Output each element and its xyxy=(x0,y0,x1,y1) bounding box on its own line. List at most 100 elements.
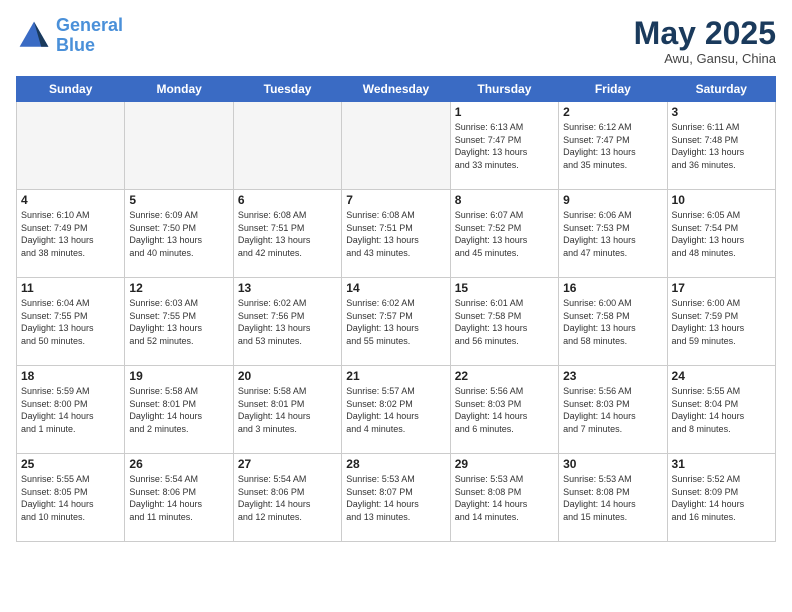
day-cell-empty-0-2 xyxy=(233,102,341,190)
day-info: Sunrise: 5:54 AM Sunset: 8:06 PM Dayligh… xyxy=(129,473,228,523)
day-cell-21: 21 Sunrise: 5:57 AM Sunset: 8:02 PM Dayli… xyxy=(342,366,450,454)
day-info: Sunrise: 6:04 AM Sunset: 7:55 PM Dayligh… xyxy=(21,297,120,347)
day-number: 19 xyxy=(129,369,228,383)
day-cell-12: 12 Sunrise: 6:03 AM Sunset: 7:55 PM Dayli… xyxy=(125,278,233,366)
weekday-header-wednesday: Wednesday xyxy=(342,77,450,102)
day-cell-6: 6 Sunrise: 6:08 AM Sunset: 7:51 PM Daylig… xyxy=(233,190,341,278)
day-info: Sunrise: 6:00 AM Sunset: 7:59 PM Dayligh… xyxy=(672,297,771,347)
day-cell-7: 7 Sunrise: 6:08 AM Sunset: 7:51 PM Daylig… xyxy=(342,190,450,278)
day-number: 21 xyxy=(346,369,445,383)
day-cell-9: 9 Sunrise: 6:06 AM Sunset: 7:53 PM Daylig… xyxy=(559,190,667,278)
day-number: 29 xyxy=(455,457,554,471)
day-number: 13 xyxy=(238,281,337,295)
day-cell-15: 15Sunrise: 6:01 AM Sunset: 7:58 PM Dayli… xyxy=(450,278,558,366)
day-info: Sunrise: 5:55 AM Sunset: 8:04 PM Dayligh… xyxy=(672,385,771,435)
day-cell-empty-0-0 xyxy=(17,102,125,190)
day-number: 5 xyxy=(129,193,228,207)
page: General Blue May 2025 Awu, Gansu, China … xyxy=(0,0,792,612)
day-info: Sunrise: 5:58 AM Sunset: 8:01 PM Dayligh… xyxy=(238,385,337,435)
day-info: Sunrise: 6:01 AM Sunset: 7:58 PM Dayligh… xyxy=(455,297,554,347)
location: Awu, Gansu, China xyxy=(634,51,776,66)
weekday-header-row: SundayMondayTuesdayWednesdayThursdayFrid… xyxy=(17,77,776,102)
day-cell-27: 27 Sunrise: 5:54 AM Sunset: 8:06 PM Dayli… xyxy=(233,454,341,542)
day-info: Sunrise: 5:56 AM Sunset: 8:03 PM Dayligh… xyxy=(563,385,662,435)
day-cell-30: 30Sunrise: 5:53 AM Sunset: 8:08 PM Dayli… xyxy=(559,454,667,542)
day-number: 31 xyxy=(672,457,771,471)
day-cell-8: 8 Sunrise: 6:07 AM Sunset: 7:52 PM Daylig… xyxy=(450,190,558,278)
day-info: Sunrise: 5:52 AM Sunset: 8:09 PM Dayligh… xyxy=(672,473,771,523)
day-info: Sunrise: 6:12 AM Sunset: 7:47 PM Dayligh… xyxy=(563,121,662,171)
logo-icon xyxy=(16,18,52,54)
day-cell-1: 1Sunrise: 6:13 AM Sunset: 7:47 PM Daylig… xyxy=(450,102,558,190)
week-row-5: 25Sunrise: 5:55 AM Sunset: 8:05 PM Dayli… xyxy=(17,454,776,542)
day-info: Sunrise: 6:10 AM Sunset: 7:49 PM Dayligh… xyxy=(21,209,120,259)
day-number: 17 xyxy=(672,281,771,295)
day-cell-31: 31 Sunrise: 5:52 AM Sunset: 8:09 PM Dayli… xyxy=(667,454,775,542)
day-cell-18: 18Sunrise: 5:59 AM Sunset: 8:00 PM Dayli… xyxy=(17,366,125,454)
day-number: 22 xyxy=(455,369,554,383)
weekday-header-saturday: Saturday xyxy=(667,77,775,102)
day-number: 26 xyxy=(129,457,228,471)
day-info: Sunrise: 5:53 AM Sunset: 8:07 PM Dayligh… xyxy=(346,473,445,523)
day-info: Sunrise: 6:00 AM Sunset: 7:58 PM Dayligh… xyxy=(563,297,662,347)
day-info: Sunrise: 6:08 AM Sunset: 7:51 PM Dayligh… xyxy=(238,209,337,259)
day-info: Sunrise: 6:11 AM Sunset: 7:48 PM Dayligh… xyxy=(672,121,771,171)
day-info: Sunrise: 6:02 AM Sunset: 7:56 PM Dayligh… xyxy=(238,297,337,347)
day-number: 8 xyxy=(455,193,554,207)
header: General Blue May 2025 Awu, Gansu, China xyxy=(16,16,776,66)
day-number: 2 xyxy=(563,105,662,119)
title-block: May 2025 Awu, Gansu, China xyxy=(634,16,776,66)
day-info: Sunrise: 6:07 AM Sunset: 7:52 PM Dayligh… xyxy=(455,209,554,259)
day-info: Sunrise: 6:03 AM Sunset: 7:55 PM Dayligh… xyxy=(129,297,228,347)
day-number: 20 xyxy=(238,369,337,383)
day-number: 9 xyxy=(563,193,662,207)
day-cell-empty-0-1 xyxy=(125,102,233,190)
day-info: Sunrise: 5:53 AM Sunset: 8:08 PM Dayligh… xyxy=(455,473,554,523)
day-info: Sunrise: 5:55 AM Sunset: 8:05 PM Dayligh… xyxy=(21,473,120,523)
day-info: Sunrise: 6:05 AM Sunset: 7:54 PM Dayligh… xyxy=(672,209,771,259)
week-row-3: 11 Sunrise: 6:04 AM Sunset: 7:55 PM Dayli… xyxy=(17,278,776,366)
day-info: Sunrise: 5:56 AM Sunset: 8:03 PM Dayligh… xyxy=(455,385,554,435)
logo: General Blue xyxy=(16,16,123,56)
weekday-header-friday: Friday xyxy=(559,77,667,102)
day-number: 16 xyxy=(563,281,662,295)
day-info: Sunrise: 5:57 AM Sunset: 8:02 PM Dayligh… xyxy=(346,385,445,435)
day-number: 27 xyxy=(238,457,337,471)
day-info: Sunrise: 6:09 AM Sunset: 7:50 PM Dayligh… xyxy=(129,209,228,259)
day-cell-22: 22 Sunrise: 5:56 AM Sunset: 8:03 PM Dayli… xyxy=(450,366,558,454)
day-cell-13: 13 Sunrise: 6:02 AM Sunset: 7:56 PM Dayli… xyxy=(233,278,341,366)
day-cell-16: 16 Sunrise: 6:00 AM Sunset: 7:58 PM Dayli… xyxy=(559,278,667,366)
day-cell-28: 28Sunrise: 5:53 AM Sunset: 8:07 PM Dayli… xyxy=(342,454,450,542)
weekday-header-thursday: Thursday xyxy=(450,77,558,102)
day-cell-19: 19Sunrise: 5:58 AM Sunset: 8:01 PM Dayli… xyxy=(125,366,233,454)
logo-general: General xyxy=(56,15,123,35)
weekday-header-tuesday: Tuesday xyxy=(233,77,341,102)
logo-text: General Blue xyxy=(56,16,123,56)
day-cell-empty-0-3 xyxy=(342,102,450,190)
day-cell-5: 5 Sunrise: 6:09 AM Sunset: 7:50 PM Daylig… xyxy=(125,190,233,278)
day-cell-29: 29 Sunrise: 5:53 AM Sunset: 8:08 PM Dayli… xyxy=(450,454,558,542)
day-info: Sunrise: 6:02 AM Sunset: 7:57 PM Dayligh… xyxy=(346,297,445,347)
day-info: Sunrise: 5:54 AM Sunset: 8:06 PM Dayligh… xyxy=(238,473,337,523)
weekday-header-monday: Monday xyxy=(125,77,233,102)
day-info: Sunrise: 6:06 AM Sunset: 7:53 PM Dayligh… xyxy=(563,209,662,259)
day-number: 7 xyxy=(346,193,445,207)
day-number: 12 xyxy=(129,281,228,295)
day-number: 11 xyxy=(21,281,120,295)
day-number: 6 xyxy=(238,193,337,207)
day-number: 4 xyxy=(21,193,120,207)
day-cell-25: 25Sunrise: 5:55 AM Sunset: 8:05 PM Dayli… xyxy=(17,454,125,542)
day-number: 10 xyxy=(672,193,771,207)
day-number: 3 xyxy=(672,105,771,119)
day-number: 14 xyxy=(346,281,445,295)
day-cell-3: 3 Sunrise: 6:11 AM Sunset: 7:48 PM Daylig… xyxy=(667,102,775,190)
day-cell-14: 14 Sunrise: 6:02 AM Sunset: 7:57 PM Dayli… xyxy=(342,278,450,366)
day-info: Sunrise: 5:53 AM Sunset: 8:08 PM Dayligh… xyxy=(563,473,662,523)
day-number: 23 xyxy=(563,369,662,383)
weekday-header-sunday: Sunday xyxy=(17,77,125,102)
day-cell-24: 24Sunrise: 5:55 AM Sunset: 8:04 PM Dayli… xyxy=(667,366,775,454)
day-cell-11: 11 Sunrise: 6:04 AM Sunset: 7:55 PM Dayli… xyxy=(17,278,125,366)
logo-blue: Blue xyxy=(56,35,95,55)
month-title: May 2025 xyxy=(634,16,776,51)
day-info: Sunrise: 6:08 AM Sunset: 7:51 PM Dayligh… xyxy=(346,209,445,259)
